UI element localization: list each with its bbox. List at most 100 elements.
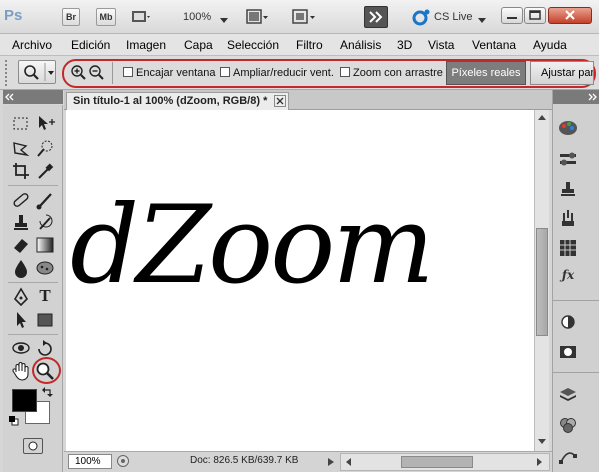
quick-selection-icon[interactable] xyxy=(34,138,56,160)
tools-panel-header[interactable] xyxy=(3,90,63,104)
tools-panel: T xyxy=(3,105,63,472)
eyedropper-icon[interactable] xyxy=(34,160,56,182)
menu-seleccion[interactable]: Selección xyxy=(227,38,279,52)
swatches-panel-icon[interactable] xyxy=(557,238,579,258)
fit-window-label: Encajar ventana xyxy=(136,67,216,79)
scroll-right-icon[interactable] xyxy=(533,456,545,468)
foreground-color-fill xyxy=(12,389,37,412)
zoom-level-display[interactable]: 100% xyxy=(183,11,211,23)
close-tab-icon[interactable] xyxy=(274,95,286,107)
brush-tool-icon[interactable] xyxy=(34,189,56,211)
right-dock-header[interactable] xyxy=(553,90,599,104)
tool-preset-picker[interactable] xyxy=(18,60,56,84)
layout-icon[interactable] xyxy=(246,9,270,25)
minibridge-button[interactable]: Mb xyxy=(96,8,116,26)
zoom-dropdown-icon[interactable] xyxy=(220,14,228,26)
options-divider xyxy=(112,62,113,84)
extend-icon[interactable] xyxy=(364,6,388,28)
vertical-scroll-thumb[interactable] xyxy=(536,228,548,336)
3d-orbit-icon[interactable] xyxy=(34,337,56,359)
zoom-in-icon[interactable] xyxy=(70,64,88,82)
zoom-tool-highlight-ring xyxy=(32,357,61,384)
zoom-tool-preset-icon xyxy=(24,63,54,81)
cslive-dropdown-icon[interactable] xyxy=(478,14,486,26)
layers-panel-icon[interactable] xyxy=(557,385,579,405)
status-info-icon[interactable] xyxy=(116,454,130,468)
document-tab[interactable]: Sin título-1 al 100% (dZoom, RGB/8) * xyxy=(66,92,289,110)
menu-analisis[interactable]: Análisis xyxy=(340,38,381,52)
restore-button[interactable] xyxy=(524,7,546,24)
film-icon[interactable] xyxy=(131,9,151,25)
adjustments-panel-icon[interactable] xyxy=(557,148,579,168)
options-grip[interactable] xyxy=(5,60,9,86)
gradient-tool-icon[interactable] xyxy=(34,234,56,256)
zoom-percent-field[interactable]: 100% xyxy=(68,454,112,469)
scrubby-zoom-checkbox[interactable] xyxy=(340,67,350,77)
title-bar: Ps Br Mb 100% CS Live xyxy=(0,0,599,34)
document-tab-title: Sin título-1 al 100% (dZoom, RGB/8) * xyxy=(73,95,268,107)
screen-mode-icon[interactable] xyxy=(290,9,320,25)
menu-ventana[interactable]: Ventana xyxy=(472,38,516,52)
cslive-icon[interactable] xyxy=(412,8,432,26)
clone-source-panel-icon[interactable] xyxy=(557,180,579,200)
blur-tool-icon[interactable] xyxy=(10,257,32,279)
lasso-tool-icon[interactable] xyxy=(10,138,32,160)
scroll-left-icon[interactable] xyxy=(343,456,355,468)
bridge-button[interactable]: Br xyxy=(62,8,80,26)
menu-imagen[interactable]: Imagen xyxy=(126,38,166,52)
horizontal-scrollbar[interactable] xyxy=(340,453,550,471)
horizontal-scroll-thumb[interactable] xyxy=(401,456,473,468)
move-tool-icon[interactable] xyxy=(34,113,56,135)
canvas-text: dZoom xyxy=(70,183,435,308)
rectangle-tool-icon[interactable] xyxy=(34,309,56,331)
menu-edicion[interactable]: Edición xyxy=(71,38,110,52)
scroll-down-icon[interactable] xyxy=(536,435,548,448)
tools-divider xyxy=(8,185,58,186)
clone-stamp-icon[interactable] xyxy=(10,212,32,234)
healing-brush-icon[interactable] xyxy=(10,189,32,211)
eraser-tool-icon[interactable] xyxy=(10,234,32,256)
type-tool-icon[interactable]: T xyxy=(34,286,56,308)
crop-tool-icon[interactable] xyxy=(10,160,32,182)
hand-tool-icon[interactable] xyxy=(10,360,32,382)
paths-panel-icon[interactable] xyxy=(557,446,579,466)
quick-mask-icon[interactable] xyxy=(23,438,43,454)
menu-filtro[interactable]: Filtro xyxy=(296,38,323,52)
color-panel-icon[interactable] xyxy=(557,118,579,138)
3d-rotate-icon[interactable] xyxy=(10,337,32,359)
actual-pixels-button[interactable]: Píxeles reales xyxy=(446,61,526,85)
history-brush-icon[interactable] xyxy=(34,212,56,234)
menu-ayuda[interactable]: Ayuda xyxy=(533,38,567,52)
fit-window-checkbox[interactable] xyxy=(123,67,133,77)
styles-panel-icon[interactable]: ƒx xyxy=(557,268,579,288)
menu-vista[interactable]: Vista xyxy=(428,38,454,52)
minimize-button[interactable] xyxy=(501,7,523,24)
path-selection-icon[interactable] xyxy=(10,309,32,331)
scroll-up-icon[interactable] xyxy=(536,111,548,124)
masks-panel-icon[interactable] xyxy=(557,312,579,332)
brush-presets-panel-icon[interactable] xyxy=(557,208,579,228)
menu-bar: Archivo Edición Imagen Capa Selección Fi… xyxy=(0,34,599,56)
cslive-label[interactable]: CS Live xyxy=(434,11,473,23)
resize-windows-label: Ampliar/reducir vent. xyxy=(233,67,334,79)
right-dock-divider xyxy=(553,300,599,301)
tools-divider-3 xyxy=(8,334,58,335)
fit-screen-button[interactable]: Ajustar pan xyxy=(530,61,594,85)
vertical-scrollbar[interactable] xyxy=(534,110,549,452)
pen-tool-icon[interactable] xyxy=(10,286,32,308)
sponge-tool-icon[interactable] xyxy=(34,257,56,279)
menu-capa[interactable]: Capa xyxy=(184,38,213,52)
close-button[interactable] xyxy=(548,7,592,24)
menu-archivo[interactable]: Archivo xyxy=(12,38,52,52)
status-menu-icon[interactable] xyxy=(325,456,337,468)
info-panel-icon[interactable] xyxy=(557,342,579,362)
marquee-tool-icon[interactable] xyxy=(10,113,32,135)
default-colors-icon[interactable] xyxy=(9,416,19,426)
menu-3d[interactable]: 3D xyxy=(397,38,412,52)
resize-windows-checkbox[interactable] xyxy=(220,67,230,77)
document-canvas[interactable]: dZoom xyxy=(66,110,534,452)
right-dock-divider-2 xyxy=(553,372,599,373)
swap-colors-icon[interactable] xyxy=(41,386,55,398)
channels-panel-icon[interactable] xyxy=(557,415,579,435)
zoom-out-icon[interactable] xyxy=(88,64,106,82)
